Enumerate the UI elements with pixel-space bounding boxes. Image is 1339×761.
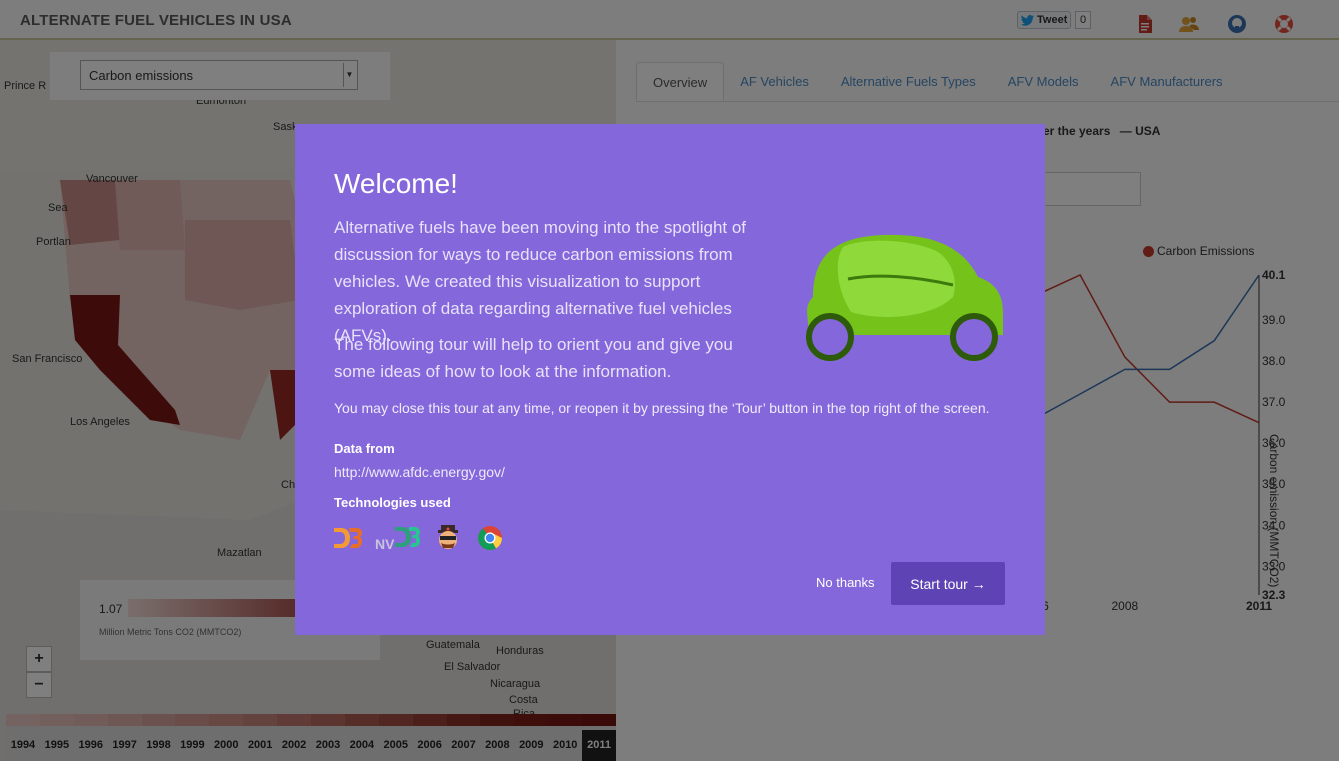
data-from-label: Data from [334,441,395,456]
data-source-link[interactable]: http://www.afdc.energy.gov/ [334,464,505,480]
svg-text:NV: NV [375,536,395,551]
technologies-label: Technologies used [334,495,451,510]
mascot-logo-icon[interactable] [435,524,461,552]
chrome-logo-icon[interactable] [477,524,503,552]
nvd3-logo-icon[interactable]: NV [375,524,421,552]
modal-close-note: You may close this tour at any time, or … [334,400,990,416]
modal-intro-text: Alternative fuels have been moving into … [334,218,747,345]
no-thanks-button[interactable]: No thanks [816,575,875,590]
welcome-modal: Welcome! Alternative fuels have been mov… [295,124,1045,635]
start-tour-button[interactable]: Start tour → [891,562,1005,605]
modal-title: Welcome! [334,168,458,199]
car-illustration-icon [806,234,1003,361]
d3-logo-icon[interactable] [334,524,362,552]
modal-tour-text: The following tour will help to orient y… [334,335,733,381]
